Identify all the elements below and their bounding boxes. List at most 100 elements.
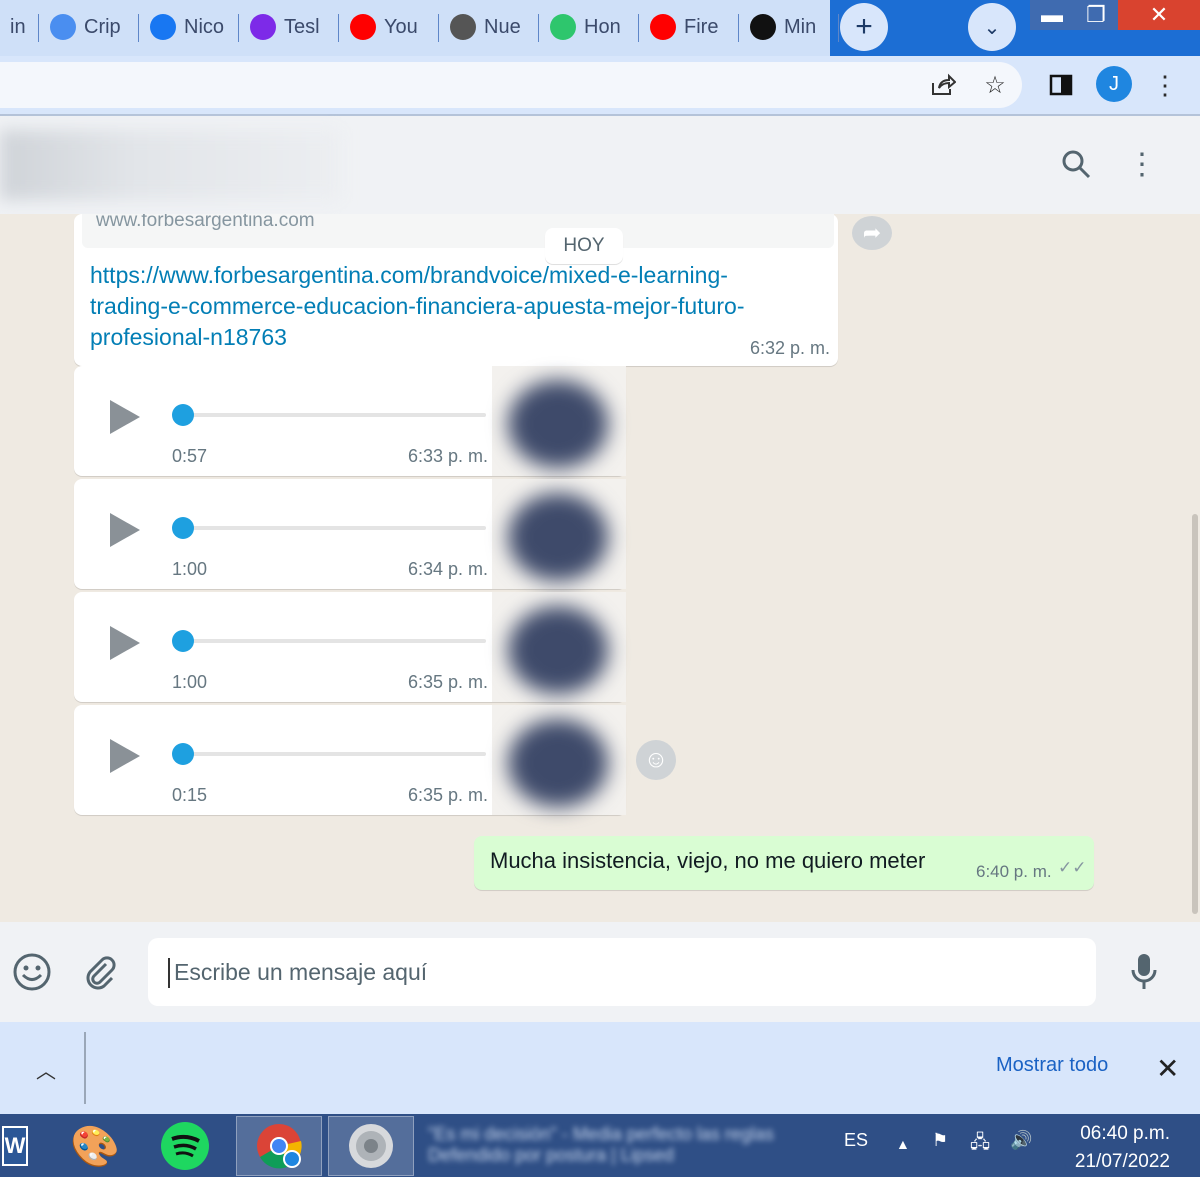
- share-icon[interactable]: [928, 70, 958, 100]
- browser-tab[interactable]: Fire: [640, 4, 738, 50]
- speaker-icon[interactable]: [328, 1116, 414, 1176]
- browser-tab[interactable]: in: [0, 4, 38, 50]
- forbes-icon: [750, 14, 776, 40]
- play-icon[interactable]: [110, 400, 140, 434]
- message-input[interactable]: [148, 938, 1096, 1006]
- emoji-icon[interactable]: [10, 950, 54, 994]
- link-line: trading-e-commerce-educacion-financiera-…: [90, 293, 745, 319]
- audio-progress-track[interactable]: [184, 752, 486, 756]
- forward-icon[interactable]: ➦: [852, 216, 892, 250]
- crypto-icon: [50, 14, 76, 40]
- tab-separator: [38, 14, 39, 42]
- network-icon[interactable]: 🖧: [970, 1130, 990, 1160]
- read-ticks-icon: ✓✓: [1058, 858, 1087, 877]
- compose-bar: [0, 922, 1200, 1022]
- tab-title: Crip: [84, 15, 121, 38]
- audio-progress-knob[interactable]: [172, 404, 194, 426]
- audio-progress-track[interactable]: [184, 413, 486, 417]
- audio-message[interactable]: 1:00 6:34 p. m.: [74, 479, 626, 589]
- clock-time: 06:40 p.m.: [1080, 1123, 1170, 1144]
- browser-tab[interactable]: Crip: [40, 4, 138, 50]
- minimize-icon: ▬: [1041, 2, 1063, 27]
- chrome-icon[interactable]: [236, 1116, 322, 1176]
- browser-tab[interactable]: Nico: [140, 4, 238, 50]
- audio-progress-track[interactable]: [184, 639, 486, 643]
- close-icon: ✕: [1149, 2, 1169, 27]
- clock-date: 21/07/2022: [1074, 1151, 1170, 1172]
- outgoing-message-bubble[interactable]: Mucha insistencia, viejo, no me quiero m…: [474, 836, 1094, 890]
- attach-icon[interactable]: [78, 950, 122, 994]
- link-preview-domain: www.forbesargentina.com: [96, 214, 315, 231]
- day-separator: HOY: [545, 228, 623, 264]
- chat-scrollbar[interactable]: [1192, 514, 1198, 914]
- play-icon[interactable]: [110, 626, 140, 660]
- tab-separator: [338, 14, 339, 42]
- browser-tab[interactable]: Min: [740, 4, 838, 50]
- audio-progress-track[interactable]: [184, 526, 486, 530]
- audio-progress-knob[interactable]: [172, 743, 194, 765]
- kebab-menu-icon[interactable]: ⋮: [1150, 70, 1180, 100]
- audio-progress-knob[interactable]: [172, 630, 194, 652]
- tab-title: in: [10, 15, 26, 38]
- microphone-icon[interactable]: [1122, 950, 1166, 994]
- media-title-blurred[interactable]: "Es mi decisión" - Media perfecto las re…: [418, 1114, 838, 1177]
- flag-icon[interactable]: ⚑: [932, 1130, 948, 1151]
- audio-duration: 1:00: [172, 672, 208, 692]
- new-tab-button[interactable]: +: [840, 3, 888, 51]
- search-icon[interactable]: [1054, 142, 1098, 186]
- close-window-button[interactable]: ✕: [1118, 0, 1200, 30]
- facebook-icon: [150, 14, 176, 40]
- youtube-icon: [350, 14, 376, 40]
- address-bar[interactable]: [0, 62, 1022, 108]
- browser-tab-strip: in Crip Nico Tesl You Nue Hon Fire Min + ⌄ ▬ ❐ ✕: [0, 0, 1200, 56]
- browser-tab[interactable]: Hon: [540, 4, 638, 50]
- bookmark-star-icon[interactable]: ☆: [980, 70, 1010, 100]
- chevron-up-icon[interactable]: ︿: [28, 1054, 64, 1084]
- volume-icon[interactable]: 🔊: [1010, 1130, 1032, 1151]
- tab-separator: [738, 14, 739, 42]
- tab-title: You: [384, 15, 418, 38]
- chevron-down-icon: ⌄: [983, 16, 1001, 39]
- play-icon[interactable]: [110, 513, 140, 547]
- chat-messages-area: www.forbesargentina.com https://www.forb…: [0, 214, 1200, 922]
- close-icon[interactable]: ✕: [1156, 1052, 1179, 1085]
- minimize-button[interactable]: ▬: [1030, 0, 1074, 30]
- audio-progress-knob[interactable]: [172, 517, 194, 539]
- pixabay-icon: [550, 14, 576, 40]
- tab-separator: [638, 14, 639, 42]
- language-indicator[interactable]: ES: [844, 1130, 868, 1151]
- plus-icon: +: [855, 10, 873, 43]
- link-message-text[interactable]: https://www.forbesargentina.com/brandvoi…: [90, 260, 790, 353]
- paint-icon[interactable]: 🎨: [62, 1116, 128, 1176]
- contact-info-blurred[interactable]: [0, 130, 340, 200]
- audio-message[interactable]: 0:15 6:35 p. m.: [74, 705, 626, 815]
- link-message-bubble[interactable]: www.forbesargentina.com https://www.forb…: [74, 214, 838, 366]
- show-all-downloads-link[interactable]: Mostrar todo: [996, 1054, 1108, 1077]
- link-preview-card[interactable]: www.forbesargentina.com: [82, 214, 834, 248]
- audio-message[interactable]: 0:57 6:33 p. m.: [74, 366, 626, 476]
- message-time: 6:35 p. m.: [408, 672, 489, 692]
- browser-tab[interactable]: Tesl: [240, 4, 338, 50]
- play-icon[interactable]: [110, 739, 140, 773]
- profile-avatar[interactable]: J: [1096, 66, 1132, 102]
- restore-icon: ❐: [1086, 2, 1106, 27]
- text-caret: [168, 958, 170, 988]
- audio-duration: 1:00: [172, 559, 208, 579]
- audio-duration: 0:15: [172, 785, 208, 805]
- restore-button[interactable]: ❐: [1074, 0, 1118, 30]
- system-clock[interactable]: 06:40 p.m. 21/07/2022: [1040, 1120, 1170, 1176]
- browser-toolbar: ☆ J ⋮: [0, 56, 1200, 114]
- browser-tab[interactable]: Nue: [440, 4, 538, 50]
- reaction-emoji-icon[interactable]: ☺: [636, 740, 676, 780]
- spotify-icon[interactable]: [152, 1116, 218, 1176]
- tray-expand-icon[interactable]: ▲: [896, 1136, 910, 1152]
- tab-search-button[interactable]: ⌄: [968, 3, 1016, 51]
- browser-tab[interactable]: You: [340, 4, 438, 50]
- tab-separator: [838, 14, 839, 42]
- side-panel-icon[interactable]: [1046, 70, 1076, 100]
- audio-message[interactable]: 1:00 6:35 p. m.: [74, 592, 626, 702]
- outgoing-message-text: Mucha insistencia, viejo, no me quiero m…: [490, 848, 926, 873]
- chat-menu-icon[interactable]: ⋮: [1120, 142, 1164, 186]
- message-time: 6:34 p. m.: [408, 559, 489, 579]
- word-icon[interactable]: W: [0, 1116, 30, 1176]
